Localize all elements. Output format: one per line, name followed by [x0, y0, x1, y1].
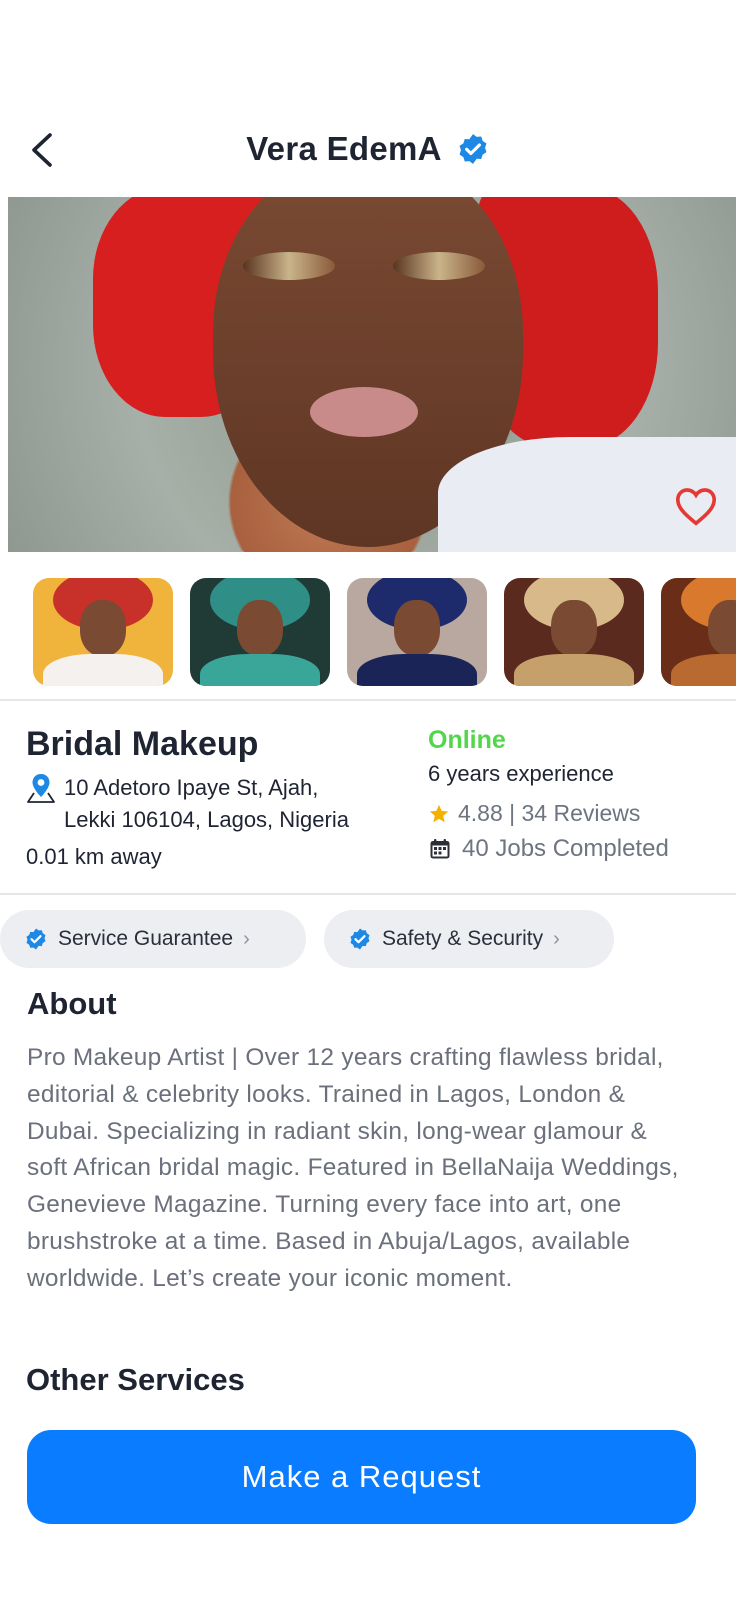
chip-label: Safety & Security — [382, 927, 544, 950]
address-line-2: Lekki 106104, Lagos, Nigeria — [64, 807, 349, 832]
thumbnail-strip[interactable] — [33, 578, 736, 686]
top-bar: Vera EdemA — [0, 120, 736, 180]
star-icon — [429, 804, 449, 822]
rating-text: 4.88 | 34 Reviews — [458, 800, 641, 826]
thumbnail[interactable] — [190, 578, 330, 686]
rating-row[interactable]: 4.88 | 34 Reviews — [428, 800, 728, 827]
hero-photo — [8, 197, 736, 552]
other-services-heading: Other Services — [26, 1362, 245, 1397]
service-guarantee-chip[interactable]: Service Guarantee › — [0, 910, 306, 968]
service-name: Bridal Makeup — [26, 725, 259, 763]
chevron-right-icon: › — [243, 927, 250, 950]
divider — [0, 893, 736, 895]
address-line-1: 10 Adetoro Ipaye St, Ajah, — [64, 775, 319, 800]
thumbnail[interactable] — [347, 578, 487, 686]
jobs-text: 40 Jobs Completed — [462, 835, 669, 862]
address: 10 Adetoro Ipaye St, Ajah, Lekki 106104,… — [64, 772, 349, 836]
location-pin-icon — [27, 774, 55, 803]
verified-badge-icon — [459, 134, 487, 164]
badge-chips: Service Guarantee › Safety & Security › — [0, 910, 614, 968]
thumbnail[interactable] — [504, 578, 644, 686]
about-text: Pro Makeup Artist | Over 12 years crafti… — [27, 1044, 679, 1292]
address-row: 10 Adetoro Ipaye St, Ajah, Lekki 106104,… — [26, 772, 416, 836]
heart-icon[interactable] — [674, 486, 718, 526]
distance: 0.01 km away — [26, 844, 162, 869]
service-info: Bridal Makeup 10 Adetoro Ipaye St, Ajah,… — [26, 724, 416, 870]
calendar-icon — [430, 839, 450, 859]
title-group: Vera EdemA — [0, 130, 736, 168]
chip-label: Service Guarantee — [58, 927, 234, 950]
page-title: Vera EdemA — [246, 130, 442, 167]
thumbnail[interactable] — [33, 578, 173, 686]
button-label: Make a Request — [241, 1459, 482, 1494]
divider — [0, 699, 736, 701]
thumbnail[interactable] — [661, 578, 736, 686]
safety-security-chip[interactable]: Safety & Security › — [324, 910, 614, 968]
jobs-row: 40 Jobs Completed — [428, 835, 728, 863]
verified-badge-icon — [350, 928, 370, 950]
about-heading: About — [27, 986, 117, 1021]
experience: 6 years experience — [428, 761, 614, 786]
chevron-right-icon: › — [553, 927, 560, 950]
status-online: Online — [428, 726, 506, 754]
provider-stats: Online 6 years experience 4.88 | 34 Revi… — [428, 726, 728, 863]
verified-badge-icon — [26, 928, 46, 950]
make-request-button[interactable]: Make a Request — [27, 1430, 696, 1524]
